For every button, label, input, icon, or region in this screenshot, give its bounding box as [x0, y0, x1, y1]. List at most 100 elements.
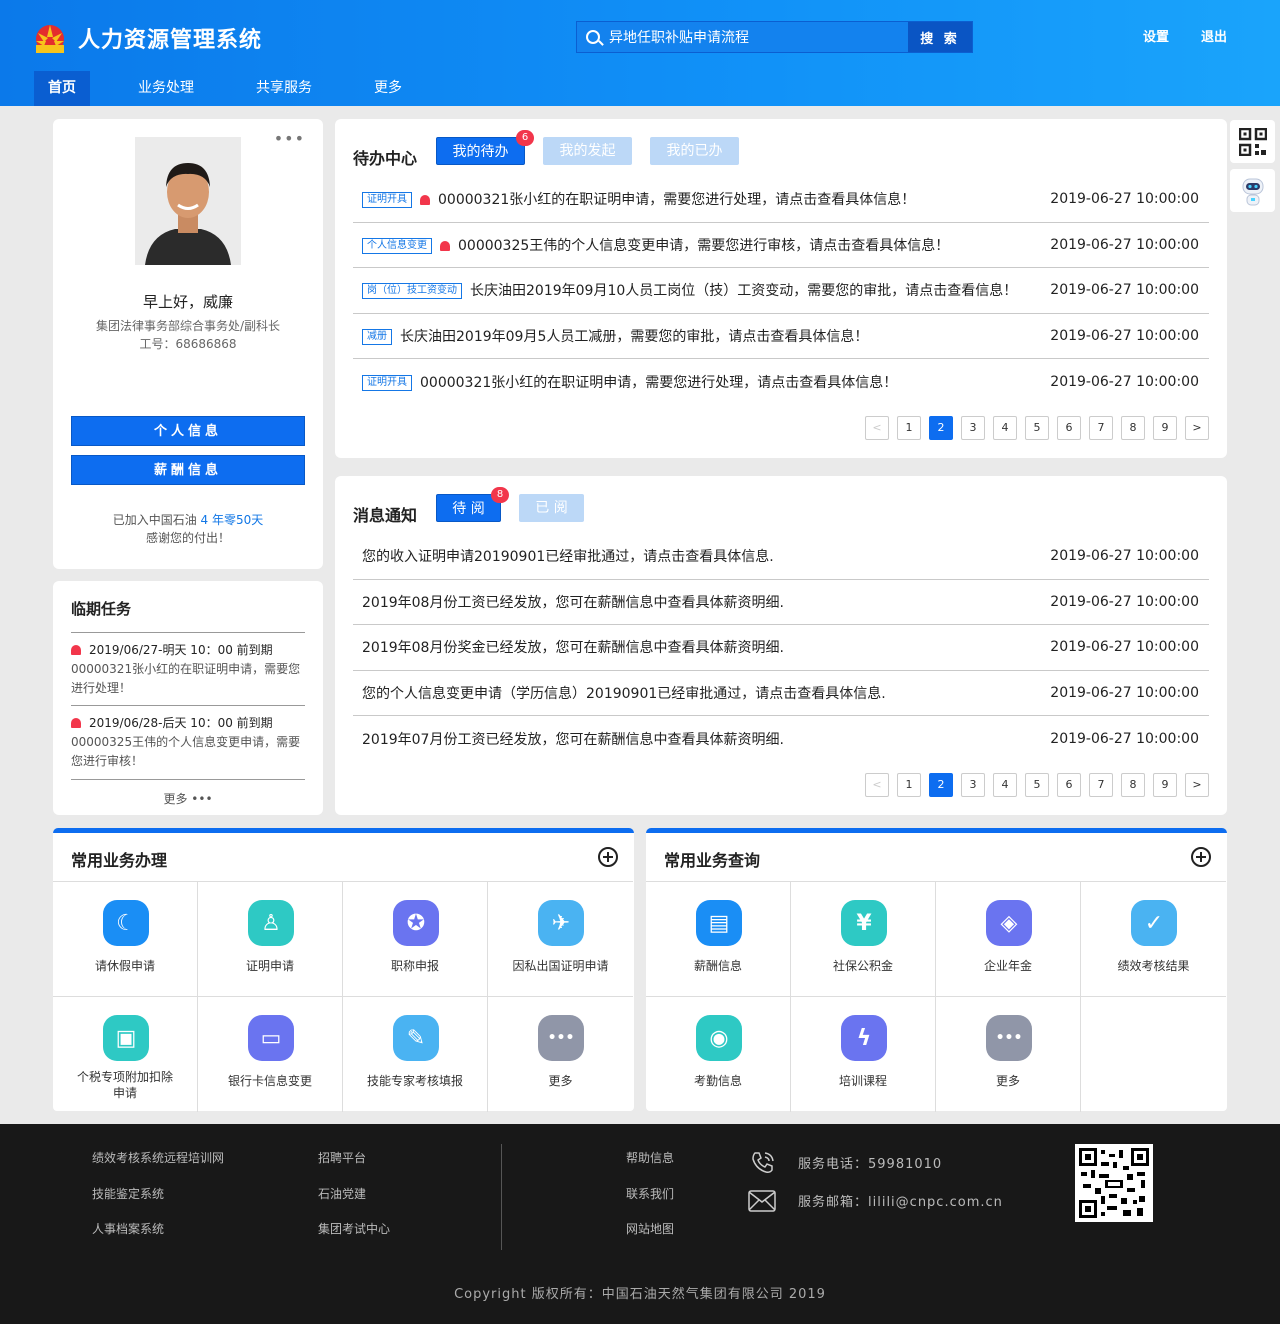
- joined-prefix: 已加入中国石油: [112, 513, 197, 527]
- todo-row[interactable]: 减册 长庆油田2019年09月5人员工减册，需要您的审批，请点击查看具体信息！ 2…: [353, 314, 1209, 359]
- footer-link[interactable]: 联系我们: [626, 1185, 674, 1202]
- more-options-icon[interactable]: •••: [274, 129, 305, 148]
- prev-page-button[interactable]: <: [865, 416, 889, 440]
- bell-icon: [71, 718, 81, 728]
- biz-item-leave[interactable]: ☾ 请休假申请: [53, 882, 198, 997]
- qr-code-button[interactable]: [1230, 120, 1275, 163]
- page-button[interactable]: 8: [1121, 416, 1145, 440]
- page-button[interactable]: 4: [993, 773, 1017, 797]
- biz-item-abroad[interactable]: ✈ 因私出国证明申请: [488, 882, 633, 997]
- biz-item-label: 因私出国证明申请: [512, 959, 609, 973]
- next-page-button[interactable]: >: [1185, 416, 1209, 440]
- query-item-more[interactable]: ••• 更多: [936, 997, 1081, 1112]
- footer-link[interactable]: 技能鉴定系统: [92, 1185, 164, 1202]
- page-button[interactable]: 9: [1153, 416, 1177, 440]
- footer-link[interactable]: 网站地图: [626, 1220, 674, 1237]
- tab-my-initiated[interactable]: 我的发起: [543, 137, 632, 165]
- page-button[interactable]: 6: [1057, 416, 1081, 440]
- query-item-attendance[interactable]: ◉ 考勤信息: [646, 997, 791, 1112]
- nav-more[interactable]: 更多: [360, 71, 416, 106]
- query-item-annuity[interactable]: ◈ 企业年金: [936, 882, 1081, 997]
- page-button[interactable]: 6: [1057, 773, 1081, 797]
- todo-tag: 岗（位）技工资变动: [362, 283, 462, 300]
- messages-pagination: < 1 2 3 4 5 6 7 8 9 >: [857, 773, 1209, 797]
- message-row[interactable]: 2019年08月份工资已经发放，您可在薪酬信息中查看具体薪资明细. 2019-06…: [353, 580, 1209, 625]
- nav-shared-services[interactable]: 共享服务: [242, 71, 326, 106]
- todo-text: 长庆油田2019年09月5人员工减册，需要您的审批，请点击查看具体信息！: [400, 328, 869, 345]
- task-desc: 00000325王伟的个人信息变更申请，需要您进行审核！: [71, 735, 301, 768]
- query-item-label: 薪酬信息: [693, 959, 742, 973]
- message-text: 2019年07月份工资已经发放，您可在薪酬信息中查看具体薪资明细.: [362, 731, 784, 748]
- page-button[interactable]: 7: [1089, 773, 1113, 797]
- footer-link[interactable]: 集团考试中心: [318, 1220, 390, 1237]
- page-button[interactable]: 7: [1089, 416, 1113, 440]
- task-item[interactable]: 2019/06/28-后天 10：00 前到期 00000325王伟的个人信息变…: [71, 705, 305, 771]
- page-button[interactable]: 9: [1153, 773, 1177, 797]
- page-button[interactable]: 1: [897, 416, 921, 440]
- search-input[interactable]: [577, 22, 908, 52]
- app-title: 人力资源管理系统: [78, 28, 263, 53]
- page-button[interactable]: 3: [961, 773, 985, 797]
- page-button[interactable]: 5: [1025, 773, 1049, 797]
- biz-item-label: 个税专项附加扣除申请: [77, 1070, 174, 1100]
- messages-card: 消息通知 待 阅 8 已 阅 您的收入证明申请20190901已经审批通过，请点…: [335, 476, 1227, 815]
- nav-business[interactable]: 业务处理: [124, 71, 208, 106]
- page-button[interactable]: 3: [961, 416, 985, 440]
- biz-item-title-apply[interactable]: ✪ 职称申报: [343, 882, 488, 997]
- page-button[interactable]: 1: [897, 773, 921, 797]
- page-button[interactable]: 5: [1025, 416, 1049, 440]
- message-row[interactable]: 2019年08月份奖金已经发放，您可在薪酬信息中查看具体薪资明细. 2019-06…: [353, 625, 1209, 671]
- tab-my-todo[interactable]: 我的待办: [436, 137, 525, 165]
- nav-home[interactable]: 首页: [34, 71, 90, 106]
- task-item[interactable]: 2019/06/27-明天 10：00 前到期 00000321张小红的在职证明…: [71, 632, 305, 698]
- biz-item-more[interactable]: ••• 更多: [488, 997, 633, 1112]
- todo-row[interactable]: 证明开具 00000321张小红的在职证明申请，需要您进行处理，请点击查看具体信息…: [353, 177, 1209, 223]
- copyright: Copyright 版权所有：中国石油天然气集团有限公司 2019: [454, 1287, 826, 1302]
- message-row[interactable]: 您的个人信息变更申请（学历信息）20190901已经审批通过，请点击查看具体信息…: [353, 671, 1209, 716]
- biz-item-certificate[interactable]: ♙ 证明申请: [198, 882, 343, 997]
- footer-link[interactable]: 石油党建: [318, 1185, 366, 1202]
- tab-read[interactable]: 已 阅: [519, 494, 584, 522]
- biz-item-bank-card[interactable]: ▭ 银行卡信息变更: [198, 997, 343, 1112]
- footer-link[interactable]: 人事档案系统: [92, 1220, 164, 1237]
- settings-link[interactable]: 设置: [1143, 26, 1169, 45]
- query-item-social-security[interactable]: ¥ 社保公积金: [791, 882, 936, 997]
- tab-my-done[interactable]: 我的已办: [650, 137, 739, 165]
- personal-info-button[interactable]: 个人信息: [71, 416, 305, 446]
- message-row[interactable]: 2019年07月份工资已经发放，您可在薪酬信息中查看具体薪资明细. 2019-06…: [353, 716, 1209, 762]
- thanks-text: 感谢您的付出！: [145, 531, 230, 545]
- footer-link[interactable]: 帮助信息: [626, 1149, 674, 1166]
- tasks-more-link[interactable]: 更多 •••: [53, 790, 323, 807]
- message-row[interactable]: 您的收入证明申请20190901已经审批通过，请点击查看具体信息. 2019-06…: [353, 534, 1209, 580]
- query-item-performance[interactable]: ✓ 绩效考核结果: [1081, 882, 1226, 997]
- moon-icon: ☾: [103, 900, 149, 946]
- footer-link[interactable]: 绩效考核系统远程培训网: [92, 1149, 224, 1166]
- medal-icon: ✪: [393, 900, 439, 946]
- footer-link[interactable]: 招聘平台: [318, 1149, 366, 1166]
- add-circle-icon[interactable]: [1191, 847, 1211, 867]
- todo-time: 2019-06-27 10:00:00: [1050, 327, 1199, 344]
- page-button-current[interactable]: 2: [929, 773, 953, 797]
- todo-row[interactable]: 证明开具 00000321张小红的在职证明申请，需要您进行处理，请点击查看具体信息…: [353, 359, 1209, 405]
- page-button[interactable]: 8: [1121, 773, 1145, 797]
- common-query-title: 常用业务查询: [664, 851, 761, 870]
- biz-item-expert[interactable]: ✎ 技能专家考核填报: [343, 997, 488, 1112]
- page-button-current[interactable]: 2: [929, 416, 953, 440]
- next-page-button[interactable]: >: [1185, 773, 1209, 797]
- add-circle-icon[interactable]: [598, 847, 618, 867]
- salary-info-button[interactable]: 薪酬信息: [71, 455, 305, 485]
- prev-page-button[interactable]: <: [865, 773, 889, 797]
- query-item-training[interactable]: ϟ 培训课程: [791, 997, 936, 1112]
- todo-badge: 6: [516, 130, 534, 146]
- todo-row[interactable]: 岗（位）技工资变动 长庆油田2019年09月10人员工岗位（技）工资变动，需要您的…: [353, 268, 1209, 314]
- search-button[interactable]: 搜 索: [908, 22, 972, 52]
- biz-item-tax[interactable]: ▣ 个税专项附加扣除申请: [53, 997, 198, 1112]
- robot-assistant-button[interactable]: [1230, 169, 1275, 212]
- logout-link[interactable]: 退出: [1201, 26, 1227, 45]
- todo-row[interactable]: 个人信息变更 00000325王伟的个人信息变更申请，需要您进行审核，请点击查看具…: [353, 223, 1209, 268]
- biz-item-label: 更多: [548, 1074, 573, 1088]
- todo-tag: 减册: [362, 328, 392, 345]
- query-item-salary[interactable]: ▤ 薪酬信息: [646, 882, 791, 997]
- message-time: 2019-06-27 10:00:00: [1050, 639, 1199, 656]
- page-button[interactable]: 4: [993, 416, 1017, 440]
